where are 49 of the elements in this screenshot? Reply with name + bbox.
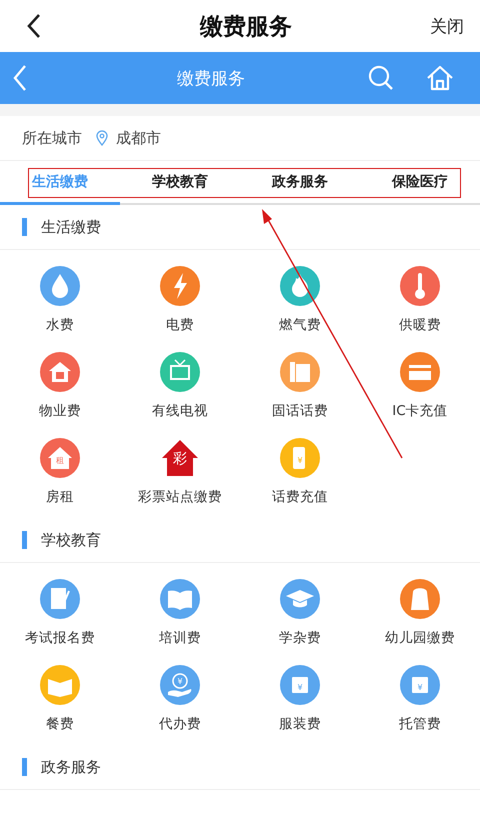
service-label[interactable]: IC卡充值 (392, 402, 448, 420)
section-title: 生活缴费 (41, 218, 101, 236)
card-icon[interactable] (400, 352, 440, 392)
service-label[interactable]: 服装费 (279, 715, 321, 733)
section-marker (22, 531, 27, 549)
service-label[interactable]: 考试报名费 (25, 629, 95, 647)
meal-icon[interactable] (40, 665, 80, 705)
service-label[interactable]: 房租 (46, 488, 74, 506)
book-icon[interactable] (160, 579, 200, 619)
service-label[interactable]: 托管费 (399, 715, 441, 733)
service-label[interactable]: 供暖费 (399, 316, 441, 334)
back-icon[interactable] (26, 13, 42, 39)
service-label[interactable]: 燃气费 (279, 316, 321, 334)
lottery-icon[interactable]: 彩 (160, 438, 200, 478)
section-marker (22, 218, 27, 236)
category-tab[interactable]: 政务服务 (240, 161, 360, 205)
service-label[interactable]: 电费 (166, 316, 194, 334)
service-label[interactable]: 有线电视 (152, 402, 208, 420)
service-label[interactable]: 固话话费 (272, 402, 328, 420)
home-icon[interactable] (426, 65, 454, 91)
category-tab[interactable]: 学校教育 (120, 161, 240, 205)
tv-icon[interactable] (160, 352, 200, 392)
service-label[interactable]: 彩票站点缴费 (138, 488, 222, 506)
house-icon[interactable] (40, 352, 80, 392)
service-label[interactable]: 物业费 (39, 402, 81, 420)
service-label[interactable]: 水费 (46, 316, 74, 334)
nav-title: 缴费服务 (176, 68, 246, 90)
service-label[interactable]: 话费充值 (272, 488, 328, 506)
exam-icon[interactable] (40, 579, 80, 619)
flame-icon[interactable] (280, 266, 320, 306)
location-pin-icon (96, 130, 108, 146)
service-label[interactable]: 培训费 (159, 629, 201, 647)
bolt-icon[interactable] (160, 266, 200, 306)
thermometer-icon[interactable] (400, 266, 440, 306)
city-value[interactable]: 成都市 (116, 128, 161, 148)
drop-icon[interactable] (40, 266, 80, 306)
close-button[interactable]: 关闭 (430, 14, 464, 38)
cap-icon[interactable] (280, 579, 320, 619)
service-label[interactable]: 幼儿园缴费 (385, 629, 455, 647)
service-label[interactable]: 餐费 (46, 715, 74, 733)
search-icon[interactable] (368, 65, 394, 91)
section-marker (22, 758, 27, 776)
service-label[interactable]: 学杂费 (279, 629, 321, 647)
page-title: 缴费服务 (198, 12, 293, 42)
city-label: 所在城市 (22, 128, 82, 148)
section-title: 政务服务 (41, 758, 101, 776)
section-title: 学校教育 (41, 530, 101, 550)
category-tab[interactable]: 保险医疗 (360, 161, 480, 205)
service-label[interactable]: 代办费 (159, 715, 201, 733)
